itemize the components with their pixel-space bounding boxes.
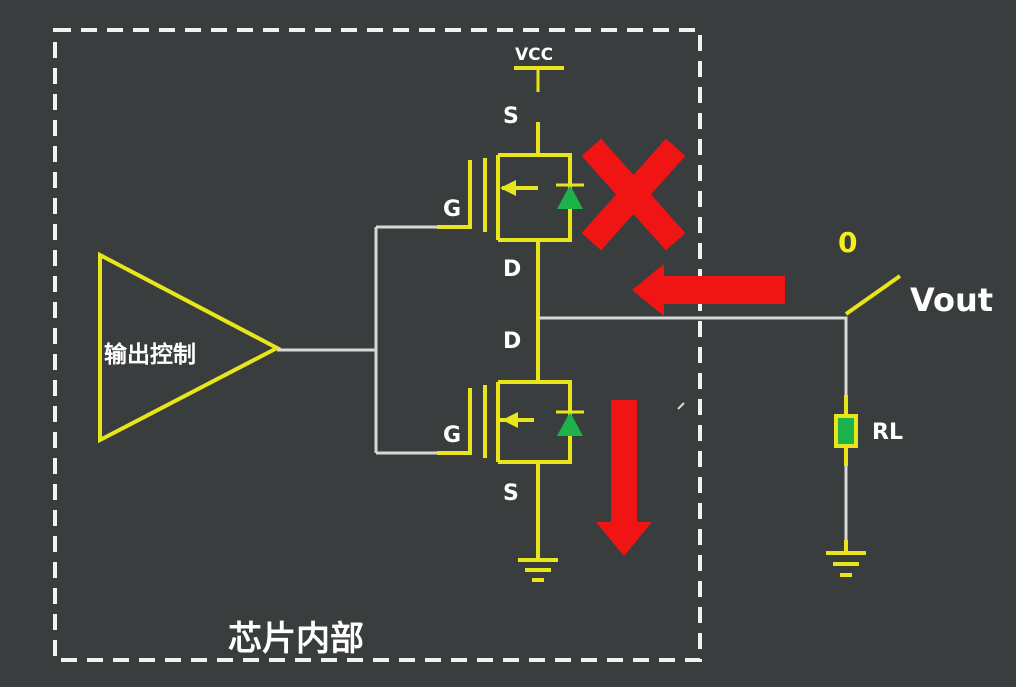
load-resistor	[834, 395, 858, 466]
nmos-gate-label: G	[443, 423, 461, 448]
chip-inside-label: 芯片内部	[228, 619, 364, 659]
red-x-icon	[581, 138, 686, 251]
vout-pointer	[844, 274, 902, 316]
red-arrow-down-icon	[596, 400, 652, 556]
pmos-arrow	[500, 180, 516, 196]
ground-icon	[518, 518, 558, 582]
output-control-label: 输出控制	[104, 341, 196, 368]
vout-level-label: 0	[838, 226, 857, 259]
push-pull-circuit-diagram: 输出控制 VCC S G D D G S Vout 0 RL 芯片内部	[0, 0, 1016, 683]
nmos-body-diode	[556, 410, 584, 436]
signal-wires	[277, 225, 848, 548]
pmos-gate-label: G	[443, 197, 461, 222]
load-ground-icon	[826, 540, 866, 577]
nmos-drain-label: D	[503, 329, 521, 354]
pmos-source-label: S	[503, 104, 519, 129]
nmos-arrow	[502, 412, 518, 428]
pmos-drain-label: D	[503, 257, 521, 282]
red-arrow-left-icon	[632, 264, 785, 316]
stray-mark	[677, 402, 685, 410]
rl-label: RL	[872, 420, 903, 445]
nmos-source-label: S	[503, 481, 519, 506]
pmos-body-diode	[556, 183, 584, 209]
vcc-supply: VCC	[514, 45, 564, 92]
vcc-label: VCC	[515, 45, 553, 65]
vout-label: Vout	[910, 281, 993, 319]
